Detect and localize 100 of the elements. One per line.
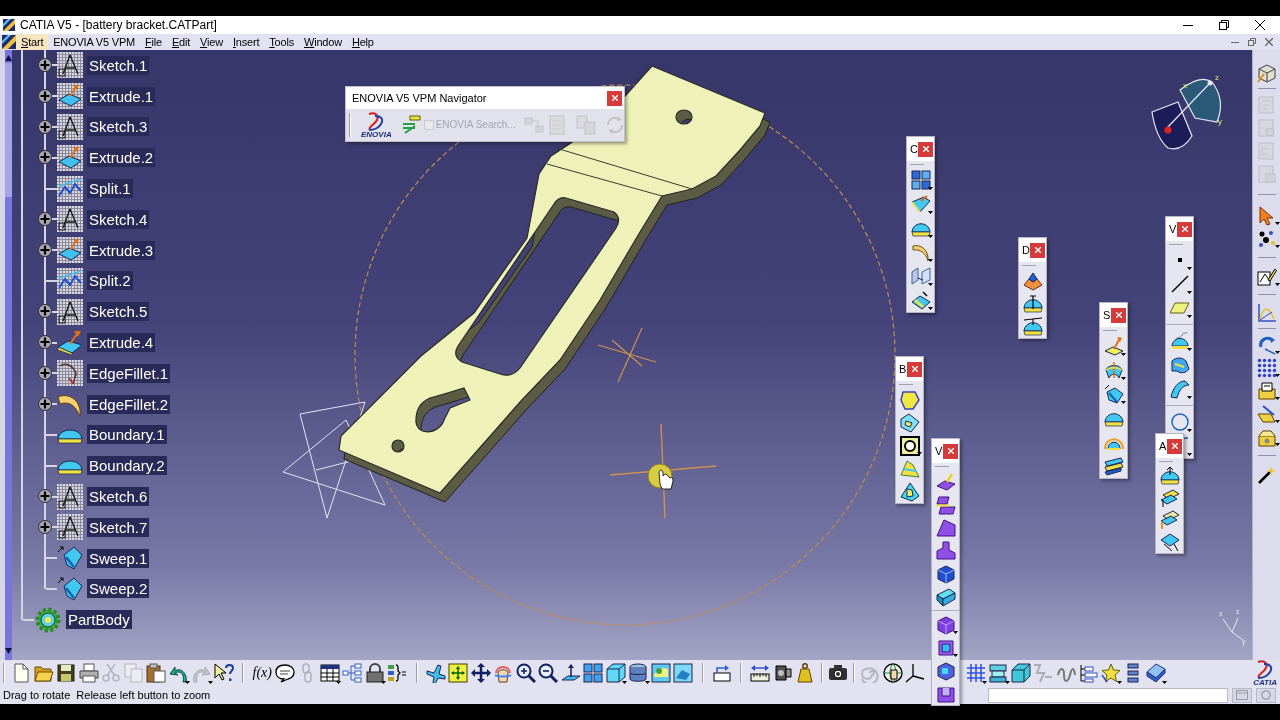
expand-plus-icon[interactable]: [38, 304, 52, 319]
dropdown-caret-icon[interactable]: [928, 307, 933, 310]
line-icon[interactable]: [1170, 275, 1189, 293]
dropdown-caret-icon[interactable]: [1121, 353, 1126, 356]
scroll-down-icon[interactable]: [5, 648, 12, 654]
fit-all-icon[interactable]: [448, 663, 469, 683]
cylinder-icon[interactable]: [628, 663, 649, 683]
layered-strip-icon[interactable]: [1103, 456, 1124, 476]
tree-item-label[interactable]: Extrude.3: [87, 240, 156, 260]
menu-item[interactable]: ENOVIA V5 VPM: [48, 34, 140, 50]
tree-item-label[interactable]: Split.2: [87, 271, 133, 291]
zoom-in-icon[interactable]: [515, 663, 536, 683]
iso-cube-icon[interactable]: [605, 663, 626, 683]
menu-item[interactable]: Tools: [264, 34, 299, 50]
curved-sheet-icon[interactable]: [1169, 379, 1190, 399]
tree-item-label[interactable]: Sketch.3: [87, 117, 150, 137]
menu-item[interactable]: Insert: [227, 34, 265, 50]
close-button[interactable]: [1030, 242, 1045, 258]
tree-item-label[interactable]: Extrude.4: [87, 333, 156, 353]
revolve-surface-icon[interactable]: [1103, 360, 1124, 380]
tree-item-label[interactable]: EdgeFillet.2: [87, 394, 171, 414]
airplane-icon[interactable]: [425, 663, 446, 683]
dropdown-caret-icon[interactable]: [1274, 222, 1280, 225]
restore-icon[interactable]: [1219, 20, 1229, 30]
dropdown-caret-icon[interactable]: [953, 631, 958, 634]
new-document-icon[interactable]: [11, 663, 32, 683]
grid-icon[interactable]: [965, 663, 986, 683]
expand-plus-icon[interactable]: [38, 396, 52, 411]
stacked-box-icon[interactable]: [988, 663, 1009, 683]
square-ring-icon[interactable]: [899, 435, 920, 456]
block-grid-icon[interactable]: [910, 170, 931, 190]
tree-item-label[interactable]: PartBody: [66, 610, 132, 630]
slab-icon[interactable]: [935, 586, 956, 607]
sketch-pencil-icon[interactable]: [1256, 266, 1277, 287]
dropdown-caret-icon[interactable]: [1274, 283, 1280, 286]
pointer-question-icon[interactable]: [213, 663, 234, 683]
tree-item-label[interactable]: Sweep.1: [87, 548, 150, 568]
minimize-icon[interactable]: [1183, 24, 1193, 26]
tree-item-label[interactable]: Boundary.1: [87, 425, 167, 445]
inertia-device-icon[interactable]: [772, 663, 793, 683]
scroll-up-icon[interactable]: [5, 55, 12, 61]
dropdown-caret-icon[interactable]: [622, 681, 627, 684]
menu-item[interactable]: Edit: [166, 34, 196, 50]
solid-shell-icon[interactable]: [935, 637, 956, 658]
swap-box-icon[interactable]: [711, 663, 732, 683]
close-icon[interactable]: [1255, 20, 1265, 30]
expand-plus-icon[interactable]: [38, 212, 52, 226]
fill-patch-icon[interactable]: [899, 389, 920, 410]
joint-icon[interactable]: [1022, 270, 1043, 291]
dropdown-caret-icon[interactable]: [185, 681, 190, 684]
measure-ruler-icon[interactable]: [750, 663, 771, 683]
dropdown-caret-icon[interactable]: [1162, 681, 1167, 684]
printer-icon[interactable]: [78, 663, 99, 683]
dropdown-caret-icon[interactable]: [1187, 453, 1192, 456]
shaded-image-icon[interactable]: [650, 663, 671, 683]
expand-plus-icon[interactable]: [38, 335, 52, 350]
star-icon[interactable]: [1100, 663, 1121, 683]
rotate-hand-icon[interactable]: [493, 663, 514, 683]
solid-cube-icon[interactable]: [935, 614, 956, 635]
dropdown-caret-icon[interactable]: [982, 681, 987, 684]
padlock-icon[interactable]: [364, 663, 385, 683]
face-patch-icon[interactable]: [899, 412, 920, 433]
extrude-arrow-icon[interactable]: [1103, 336, 1124, 356]
solid-pocket-icon[interactable]: [935, 660, 956, 681]
tree-item-label[interactable]: Sketch.6: [87, 487, 150, 507]
crescent-icon[interactable]: [910, 242, 931, 262]
normal-view-icon[interactable]: [560, 663, 581, 683]
dropdown-caret-icon[interactable]: [1274, 245, 1280, 248]
dropdown-caret-icon[interactable]: [928, 259, 933, 262]
dot-grid-icon[interactable]: [1256, 357, 1277, 378]
expand-plus-icon[interactable]: [38, 519, 52, 534]
speech-bubble-icon[interactable]: [274, 663, 295, 683]
circle-icon[interactable]: [1170, 413, 1189, 431]
expand-plus-icon[interactable]: [38, 242, 52, 257]
wavy-dome-icon[interactable]: [1169, 331, 1190, 351]
dome-arrow-icon[interactable]: [1159, 466, 1180, 486]
panel-toggle-button[interactable]: [1232, 687, 1252, 703]
scrollbar-thumb[interactable]: [5, 63, 12, 197]
dropdown-caret-icon[interactable]: [644, 681, 650, 684]
box-sheet-icon[interactable]: [1256, 380, 1277, 401]
tree-item-label[interactable]: Sweep.2: [87, 579, 150, 599]
node-tree-icon[interactable]: [342, 663, 363, 683]
render-box-icon[interactable]: [1256, 62, 1277, 83]
dropdown-caret-icon[interactable]: [1274, 374, 1280, 377]
tree-item-label[interactable]: Extrude.1: [87, 86, 156, 106]
tree-item-label[interactable]: Boundary.2: [87, 456, 167, 476]
tree-item-label[interactable]: Split.1: [87, 179, 133, 199]
dropdown-caret-icon[interactable]: [1274, 397, 1280, 400]
dropdown-caret-icon[interactable]: [1121, 377, 1126, 380]
swept-surface-icon[interactable]: [910, 290, 931, 310]
tree-item-label[interactable]: EdgeFillet.1: [87, 363, 171, 383]
dome-bar-icon[interactable]: [1022, 293, 1043, 314]
hand-globe-icon[interactable]: [882, 663, 903, 683]
solid-wedge-icon[interactable]: [935, 517, 956, 538]
close-button[interactable]: [607, 90, 622, 106]
layer-offset-icon[interactable]: [1159, 488, 1180, 508]
sweep-surface-icon[interactable]: [1103, 384, 1124, 404]
close-button[interactable]: [1177, 221, 1192, 237]
bracket-list-icon[interactable]: [387, 663, 408, 683]
table-grid-icon[interactable]: [319, 663, 340, 683]
